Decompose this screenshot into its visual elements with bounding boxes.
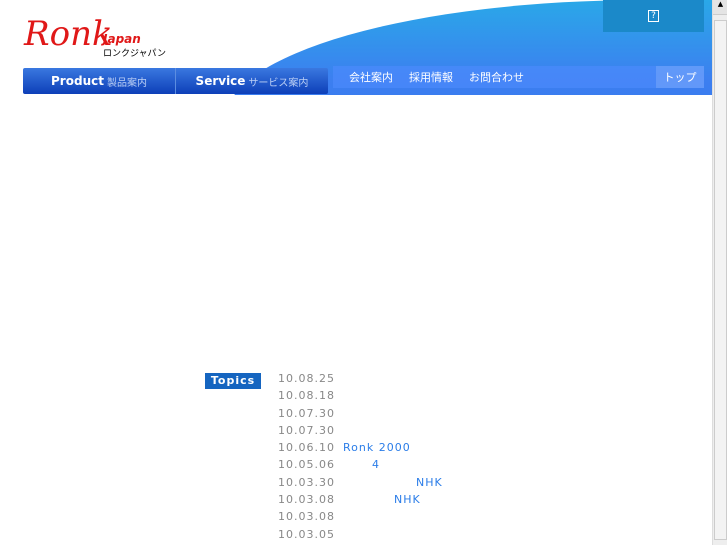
list-item: 10.05.06 4 xyxy=(278,458,379,475)
logo-kana: ロンクジャパン xyxy=(103,49,167,59)
scrollbar-thumb[interactable] xyxy=(714,20,727,540)
logo-sub: Japan xyxy=(103,32,141,46)
nav-sublabel: 製品案内 xyxy=(106,77,147,89)
topic-link[interactable]: Ronk 2000 xyxy=(343,441,411,454)
topics-heading: Topics xyxy=(205,373,261,389)
list-item: 10.03.30 NHK xyxy=(278,475,442,493)
help-button[interactable]: ? xyxy=(603,0,704,32)
topic-date: 10.06.10 xyxy=(278,441,335,455)
topic-link[interactable]: NHK xyxy=(394,493,421,506)
sub-nav: 会社案内 採用情報 お問合わせ トップ xyxy=(333,66,704,88)
list-item: 10.08.18 xyxy=(278,389,335,406)
topic-date: 10.07.30 xyxy=(278,423,335,437)
nav-label: Service xyxy=(195,74,246,88)
topic-date: 10.03.05 xyxy=(278,527,335,541)
scrollbar[interactable]: ▲ xyxy=(712,0,727,545)
nav-product[interactable]: Product 製品案内 xyxy=(23,68,176,94)
topic-link[interactable]: NHK xyxy=(416,476,443,489)
topic-date: 10.03.08 xyxy=(278,510,335,524)
main-nav: Product 製品案内 Service サービス案内 xyxy=(23,68,328,94)
topic-date: 10.08.18 xyxy=(278,389,335,403)
header: Ronk Japan ロンクジャパン ? Product 製品案内 Service… xyxy=(0,0,712,95)
list-item: 10.07.30 xyxy=(278,407,335,424)
topic-link[interactable]: 4 xyxy=(372,458,380,471)
topic-date: 10.07.30 xyxy=(278,406,335,420)
list-item: 10.07.30 xyxy=(278,424,335,441)
topic-date: 10.05.06 xyxy=(278,458,335,472)
nav-sublabel: サービス案内 xyxy=(248,77,309,89)
nav-top[interactable]: トップ xyxy=(656,66,704,88)
nav-service[interactable]: Service サービス案内 xyxy=(176,68,328,94)
list-item: 10.03.08 NHK xyxy=(278,493,420,510)
nav-label: Product xyxy=(51,74,104,88)
scroll-up-icon[interactable]: ▲ xyxy=(713,0,727,15)
list-item: 10.03.08 xyxy=(278,510,335,527)
list-item: 10.06.10 Ronk 2000 xyxy=(278,441,410,458)
list-item: 10.08.25 xyxy=(278,372,335,389)
nav-recruit[interactable]: 採用情報 xyxy=(409,69,453,85)
topic-date: 10.03.30 xyxy=(278,475,335,489)
nav-contact[interactable]: お問合わせ xyxy=(469,69,524,85)
topic-date: 10.08.25 xyxy=(278,372,335,385)
help-icon: ? xyxy=(648,10,659,22)
topics-list: 10.08.25 10.08.18 10.07.30 10.07.30 10.0… xyxy=(278,372,442,545)
list-item: 10.03.05 xyxy=(278,528,335,545)
nav-company[interactable]: 会社案内 xyxy=(349,69,393,85)
topic-date: 10.03.08 xyxy=(278,493,335,507)
logo[interactable]: Ronk xyxy=(24,14,113,54)
